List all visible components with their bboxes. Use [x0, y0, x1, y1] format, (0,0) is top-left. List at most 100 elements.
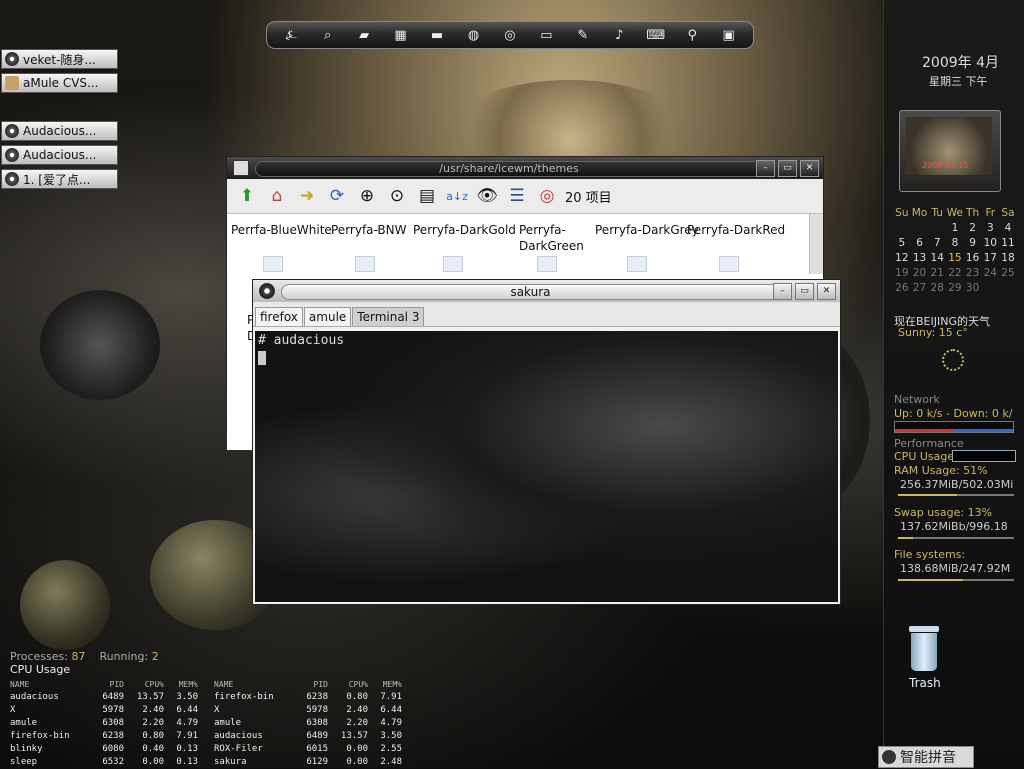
close-button[interactable]: ✕	[817, 283, 836, 300]
table-row: ROX-Filer 6015 0.00 2.55	[214, 743, 402, 756]
mem-process-table: NAME PID CPU% MEM% firefox-bin 6238 0.80 7.91 X 5…	[214, 678, 402, 769]
folder-icon[interactable]	[537, 256, 557, 272]
package-icon[interactable]: ▣	[719, 25, 739, 45]
disc-icon[interactable]: ◎	[500, 25, 520, 45]
file-item[interactable]: Perrfa-BlueWhite	[231, 222, 332, 238]
table-cell: sakura	[214, 757, 247, 767]
app-icon	[5, 148, 19, 162]
swap-detail: 137.62MiBb/996.18	[900, 520, 1008, 533]
up-icon[interactable]: ⬆	[235, 184, 259, 208]
file-item[interactable]: Perryfa-BNW	[331, 222, 407, 238]
taskbar-item-audacious-2[interactable]: Audacious...	[1, 145, 118, 165]
calendar-day: 16	[965, 252, 980, 264]
search-icon[interactable]: ⌕	[318, 25, 338, 45]
bookmarks-icon[interactable]: ➜	[295, 184, 319, 208]
taskbar-item-veket[interactable]: veket-随身...	[1, 49, 118, 69]
window-titlebar[interactable]: /usr/share/icewm/themes – ▭ ✕	[227, 157, 823, 179]
folder-icon[interactable]	[443, 256, 463, 272]
app-icon	[5, 124, 19, 138]
calendar-day: 3	[986, 222, 994, 234]
folder-icon[interactable]	[719, 256, 739, 272]
running-count: 2	[151, 650, 159, 663]
window-menu-icon[interactable]	[259, 283, 275, 299]
desktop-preview: 2009-04-15	[899, 110, 1001, 192]
gimp-icon[interactable]: ✎	[573, 25, 593, 45]
table-cell: 6308	[102, 718, 124, 728]
tab-terminal-3[interactable]: Terminal 3	[352, 307, 425, 326]
table-cell: 7.91	[380, 692, 402, 702]
trash-label[interactable]: Trash	[909, 676, 941, 690]
folder-icon[interactable]	[263, 256, 283, 272]
table-cell: X	[10, 705, 16, 715]
sort-icon[interactable]: a↓z	[445, 184, 469, 208]
refresh-icon[interactable]: ⟳	[325, 184, 349, 208]
document-icon[interactable]: ▰	[354, 25, 374, 45]
taskbar-item-label: Audacious...	[23, 148, 97, 162]
help-icon[interactable]: ◎	[535, 184, 559, 208]
file-item[interactable]: Perryfa-DarkGrey	[595, 222, 699, 238]
zoom-fit-icon[interactable]: ⊙	[385, 184, 409, 208]
network-graph	[894, 421, 1014, 433]
taskbar-item-audacious-1[interactable]: Audacious...	[1, 121, 118, 141]
ime-indicator[interactable]: 智能拼音	[878, 746, 974, 768]
file-item[interactable]: Perryfa-DarkRed	[687, 222, 785, 238]
media-icon[interactable]: ♪	[609, 25, 629, 45]
terminal-command: # audacious	[258, 333, 345, 348]
window-titlebar[interactable]: sakura – ▭ ✕	[253, 280, 840, 302]
table-row: sleep 6532 0.00 0.13	[10, 756, 198, 769]
drive-icon[interactable]: ▬	[427, 25, 447, 45]
sakura-window: sakura – ▭ ✕ firefox amule Terminal 3 # …	[252, 279, 841, 605]
zoom-in-icon[interactable]: ⊕	[355, 184, 379, 208]
network-icon[interactable]: ◍	[463, 25, 483, 45]
cpu-graph	[952, 450, 1016, 462]
terminal-area[interactable]: # audacious	[255, 331, 838, 602]
table-cell: 6489	[306, 731, 328, 741]
minimize-button[interactable]: –	[756, 160, 775, 177]
maximize-button[interactable]: ▭	[795, 283, 814, 300]
show-hidden-icon[interactable]: 👁	[475, 184, 499, 208]
calendar-weekday: Su	[895, 207, 909, 219]
app-icon	[5, 52, 19, 66]
table-cell: 3.50	[380, 731, 402, 741]
keyboard-icon[interactable]: ⌨	[646, 25, 666, 45]
home-icon[interactable]: ⌂	[265, 184, 289, 208]
table-cell: 5978	[102, 705, 124, 715]
folder-icon[interactable]	[355, 256, 375, 272]
table-cell: 0.00	[346, 757, 368, 767]
calendar-day: 1	[951, 222, 959, 234]
calendar-header: Su Mo Tu We Th Fr Sa	[893, 206, 1017, 221]
scrollbar[interactable]	[809, 214, 823, 274]
table-cell: 5978	[306, 705, 328, 715]
calendar-weekday: Sa	[1001, 207, 1015, 219]
taskbar-item-playlist[interactable]: 1. [爱了点...	[1, 169, 118, 189]
close-button[interactable]: ✕	[800, 160, 819, 177]
tab-bar: firefox amule Terminal 3	[253, 302, 840, 327]
folder-icon[interactable]: ▭	[536, 25, 556, 45]
tab-firefox[interactable]: firefox	[255, 307, 303, 326]
calendar-day	[981, 281, 999, 296]
table-row: amule 6308 2.20 4.79	[214, 717, 402, 730]
table-cell: ROX-Filer	[214, 744, 263, 754]
table-row: firefox-bin 6238 0.80 7.91	[214, 691, 402, 704]
taskbar-item-amule[interactable]: aMule CVS...	[1, 73, 118, 93]
table-cell: 2.40	[142, 705, 164, 715]
terminals-icon[interactable]: ▦	[391, 25, 411, 45]
maximize-button[interactable]: ▭	[778, 160, 797, 177]
file-item[interactable]: Perryfa-DarkGreen	[519, 222, 589, 254]
window-menu-icon[interactable]	[233, 160, 249, 176]
table-cell: 6080	[102, 744, 124, 754]
details-icon[interactable]: ▤	[415, 184, 439, 208]
app-icon	[5, 172, 19, 186]
launcher-icon[interactable]: ⍼	[281, 25, 301, 45]
trash-icon[interactable]	[905, 626, 943, 674]
ime-label: 智能拼音	[900, 750, 956, 766]
tab-amule[interactable]: amule	[303, 307, 352, 326]
minimize-button[interactable]: –	[773, 283, 792, 300]
calendar-week: 1234	[893, 221, 1017, 236]
folder-icon[interactable]	[627, 256, 647, 272]
calendar-day: 24	[983, 267, 997, 279]
swap-usage: Swap usage: 13%	[894, 506, 993, 519]
map-pin-icon[interactable]: ⚲	[682, 25, 702, 45]
file-item[interactable]: Perryfa-DarkGold	[413, 222, 516, 238]
select-icon[interactable]: ☰	[505, 184, 529, 208]
